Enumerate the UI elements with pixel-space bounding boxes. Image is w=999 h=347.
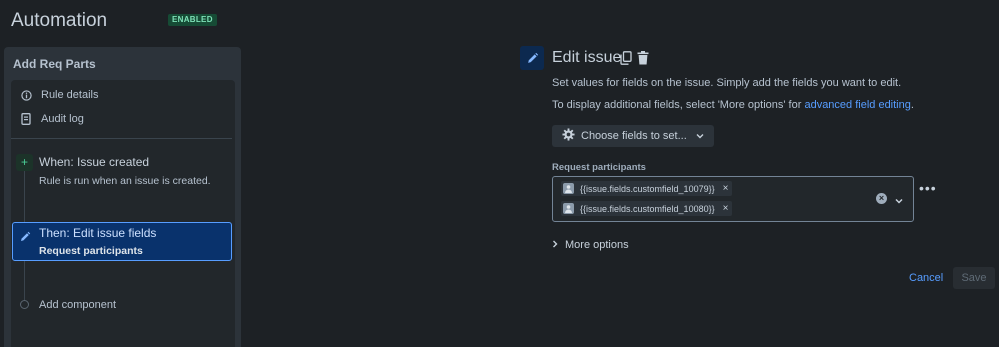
- participant-chip: {{issue.fields.customfield_10080}} ×: [561, 201, 733, 216]
- participant-chip: {{issue.fields.customfield_10079}} ×: [561, 181, 733, 196]
- choose-fields-button[interactable]: Choose fields to set...: [552, 125, 714, 147]
- avatar-icon: [563, 203, 574, 214]
- cancel-button[interactable]: Cancel: [909, 272, 943, 284]
- trigger-title[interactable]: When: Issue created: [39, 155, 149, 169]
- document-icon: [20, 113, 32, 125]
- audit-log-label: Audit log: [41, 113, 84, 125]
- editor-description-advanced: To display additional fields, select 'Mo…: [552, 99, 914, 111]
- field-label: Request participants: [552, 162, 646, 173]
- add-component-dot-icon[interactable]: [20, 300, 29, 309]
- add-component-link[interactable]: Add component: [39, 299, 116, 311]
- editor-description: Set values for fields on the issue. Simp…: [552, 77, 902, 89]
- gear-icon: [562, 128, 575, 144]
- status-badge: ENABLED: [168, 14, 217, 26]
- chevron-down-icon: [696, 130, 704, 142]
- divider: [11, 138, 232, 139]
- trigger-description: Rule is run when an issue is created.: [39, 175, 211, 187]
- chip-label: {{issue.fields.customfield_10080}}: [580, 203, 715, 214]
- chevron-down-icon[interactable]: [894, 193, 904, 204]
- action-title: Then: Edit issue fields: [39, 226, 157, 240]
- chevron-right-icon: [552, 239, 558, 251]
- more-options-toggle[interactable]: More options: [552, 239, 629, 251]
- more-options-label: More options: [565, 239, 629, 251]
- chip-label: {{issue.fields.customfield_10079}}: [580, 183, 715, 194]
- clear-icon[interactable]: ×: [876, 193, 887, 204]
- page-title: Automation: [11, 10, 108, 31]
- trash-icon[interactable]: [637, 51, 649, 65]
- rule-details-link[interactable]: Rule details: [20, 89, 98, 101]
- audit-log-link[interactable]: Audit log: [20, 113, 84, 125]
- action-card-edit-issue[interactable]: Then: Edit issue fields Request particip…: [12, 222, 232, 261]
- info-icon: [20, 89, 32, 101]
- choose-fields-label: Choose fields to set...: [581, 130, 687, 142]
- remove-chip-icon[interactable]: ×: [723, 203, 729, 214]
- rule-name: Add Req Parts: [13, 57, 96, 71]
- rule-details-label: Rule details: [41, 89, 99, 101]
- avatar-icon: [563, 183, 574, 194]
- copy-icon[interactable]: [620, 51, 632, 65]
- plus-icon: +: [16, 154, 33, 171]
- remove-chip-icon[interactable]: ×: [723, 183, 729, 194]
- save-button[interactable]: Save: [953, 267, 995, 289]
- action-subtitle: Request participants: [39, 245, 143, 257]
- advanced-field-editing-link[interactable]: advanced field editing: [804, 99, 910, 111]
- pencil-icon: [520, 46, 544, 70]
- pencil-icon: [19, 230, 31, 242]
- editor-title: Edit issue: [552, 49, 622, 66]
- more-actions-icon[interactable]: •••: [919, 180, 937, 196]
